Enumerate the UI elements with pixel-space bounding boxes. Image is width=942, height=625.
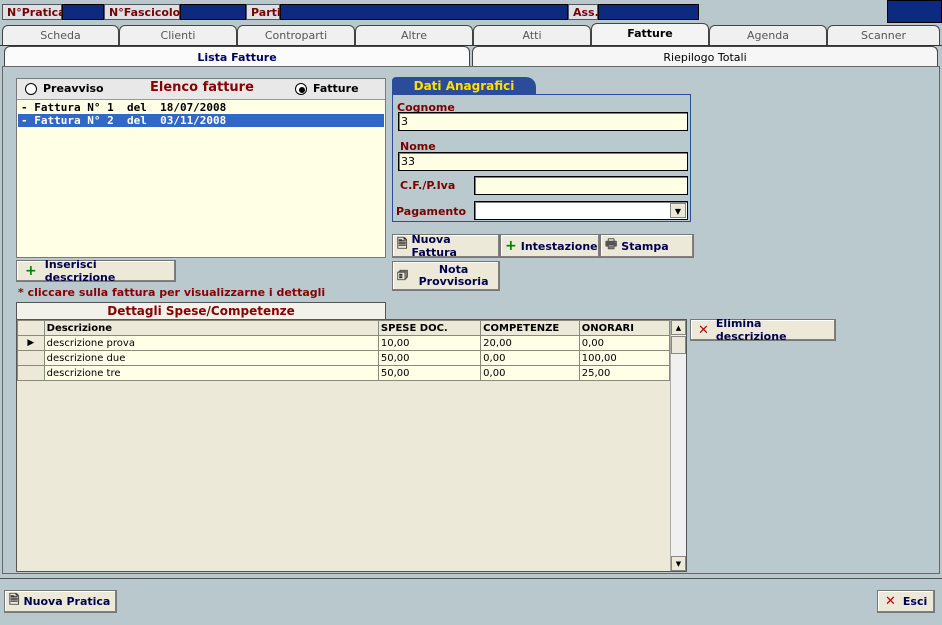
row-selector-arrow-icon[interactable]: ▶: [17, 335, 45, 351]
printer-icon: 🖶: [605, 237, 618, 252]
table-row[interactable]: ▶ descrizione prova 10,00 20,00 0,00: [17, 335, 671, 351]
tab-altre[interactable]: Altre: [355, 25, 473, 45]
details-table: Descrizione SPESE DOC. COMPETENZE ONORAR…: [17, 320, 671, 381]
fatture-label: Fatture: [313, 82, 359, 95]
new-document-icon: 🗎: [397, 237, 408, 252]
elimina-descrizione-label: Elimina descrizione: [715, 317, 787, 343]
pratica-label: N°Pratica: [2, 4, 66, 20]
intestazione-label: Intestazione: [520, 239, 598, 253]
table-cell[interactable]: 0,00: [480, 350, 580, 366]
row-selector-header: [17, 320, 45, 336]
fatture-radio-dot: [299, 87, 305, 93]
plus-icon: +: [505, 238, 517, 254]
close-icon: ✕: [885, 594, 896, 609]
bottom-divider: [0, 578, 942, 579]
elimina-descrizione-button[interactable]: ✕ Elimina descrizione: [690, 317, 836, 343]
stampa-label: Stampa: [621, 239, 669, 253]
scroll-down-icon[interactable]: ▼: [671, 556, 686, 571]
esci-label: Esci: [902, 595, 928, 608]
table-cell[interactable]: 0,00: [578, 335, 671, 351]
details-grid-panel: Descrizione SPESE DOC. COMPETENZE ONORAR…: [16, 319, 687, 572]
anagrafica-title: Dati Anagrafici: [392, 77, 536, 95]
table-cell[interactable]: descrizione tre: [43, 365, 379, 381]
invoice-list-panel: Preavviso Elenco fatture Fatture - Fattu…: [16, 78, 386, 258]
nota-provvisoria-button[interactable]: 🗊 Nota Provvisoria: [392, 261, 500, 291]
scroll-up-icon[interactable]: ▲: [671, 320, 686, 335]
ass-label: Ass.: [568, 4, 599, 20]
tab-scanner[interactable]: Scanner: [827, 25, 940, 45]
cf-label: C.F./P.Iva: [400, 179, 456, 192]
nome-input[interactable]: 33: [398, 152, 688, 171]
vertical-scrollbar[interactable]: ▲ ▼: [670, 320, 686, 571]
inserisci-descrizione-label: Inserisci descrizione: [44, 258, 116, 284]
ass-field[interactable]: [598, 4, 699, 20]
nuova-pratica-label: Nuova Pratica: [23, 595, 111, 608]
preavviso-radio[interactable]: [25, 83, 37, 95]
row-selector[interactable]: [17, 365, 45, 381]
table-cell[interactable]: 0,00: [480, 365, 580, 381]
table-cell[interactable]: descrizione prova: [43, 335, 379, 351]
invoice-list-item-selected[interactable]: - Fattura N° 2 del 03/11/2008: [18, 114, 384, 127]
pagamento-label: Pagamento: [396, 205, 467, 218]
esci-button[interactable]: ✕ Esci: [877, 590, 935, 613]
stampa-button[interactable]: 🖶 Stampa: [600, 234, 694, 258]
invoice-list-item[interactable]: - Fattura N° 1 del 18/07/2008: [18, 101, 384, 114]
nuova-fattura-button[interactable]: 🗎 Nuova Fattura: [392, 233, 500, 259]
table-cell[interactable]: 25,00: [578, 365, 671, 381]
cf-input[interactable]: [474, 176, 688, 195]
pratica-field[interactable]: [62, 4, 104, 20]
table-row[interactable]: descrizione tre 50,00 0,00 25,00: [17, 365, 671, 381]
details-title: Dettagli Spese/Competenze: [16, 302, 386, 319]
table-cell[interactable]: 50,00: [377, 365, 482, 381]
cognome-input[interactable]: 3: [398, 112, 688, 131]
subtab-lista-fatture[interactable]: Lista Fatture: [4, 46, 470, 68]
tab-atti[interactable]: Atti: [473, 25, 591, 45]
note-icon: 🗊: [397, 267, 409, 282]
fascicolo-label: N°Fascicolo: [104, 4, 180, 20]
plus-icon: +: [25, 263, 37, 279]
nota-label-line2: Provvisoria: [418, 275, 489, 288]
table-cell[interactable]: 10,00: [377, 335, 482, 351]
new-document-icon: 🗎: [9, 592, 20, 608]
scroll-thumb[interactable]: [671, 336, 686, 354]
fascicolo-field[interactable]: [180, 4, 246, 20]
nuova-fattura-label: Nuova Fattura: [411, 233, 457, 259]
parti-field[interactable]: [280, 4, 568, 20]
table-row[interactable]: descrizione due 50,00 0,00 100,00: [17, 350, 671, 366]
tab-scheda[interactable]: Scheda: [2, 25, 119, 45]
invoice-list-header: Preavviso Elenco fatture Fatture: [17, 79, 385, 100]
table-cell[interactable]: 50,00: [377, 350, 482, 366]
inserisci-descrizione-button[interactable]: + Inserisci descrizione: [16, 258, 176, 284]
header-indicator: [887, 0, 942, 23]
nota-provvisoria-label: Nota Provvisoria: [412, 264, 495, 288]
column-header-onorari[interactable]: ONORARI: [578, 320, 671, 336]
parti-label: Parti: [246, 4, 281, 20]
table-cell[interactable]: descrizione due: [43, 350, 379, 366]
anagrafica-panel: Cognome 3 Nome 33 C.F./P.Iva Pagamento ▼: [392, 94, 691, 222]
tab-fatture[interactable]: Fatture: [591, 23, 709, 45]
intestazione-button[interactable]: + Intestazione: [500, 234, 600, 258]
table-header-row: Descrizione SPESE DOC. COMPETENZE ONORAR…: [17, 320, 671, 336]
chevron-down-icon[interactable]: ▼: [670, 203, 686, 218]
tab-controparti[interactable]: Controparti: [237, 25, 355, 45]
column-header-competenze[interactable]: COMPETENZE: [480, 320, 580, 336]
tab-agenda[interactable]: Agenda: [709, 25, 827, 45]
table-cell[interactable]: 100,00: [578, 350, 671, 366]
pagamento-select[interactable]: ▼: [474, 201, 688, 220]
invoice-list-title: Elenco fatture: [150, 80, 254, 95]
header-bar: N°Pratica N°Fascicolo Parti Ass.: [0, 0, 942, 24]
table-cell[interactable]: 20,00: [480, 335, 580, 351]
close-icon: ✕: [698, 322, 709, 338]
column-header-descrizione[interactable]: Descrizione: [43, 320, 379, 336]
column-header-spese[interactable]: SPESE DOC.: [377, 320, 482, 336]
row-selector[interactable]: [17, 350, 45, 366]
tab-clienti[interactable]: Clienti: [119, 25, 237, 45]
hint-text: * cliccare sulla fattura per visualizzar…: [18, 286, 326, 299]
subtab-riepilogo-totali[interactable]: Riepilogo Totali: [472, 46, 938, 68]
fatture-radio[interactable]: [295, 83, 307, 95]
preavviso-label: Preavviso: [43, 82, 104, 95]
nuova-pratica-button[interactable]: 🗎 Nuova Pratica: [4, 590, 117, 613]
